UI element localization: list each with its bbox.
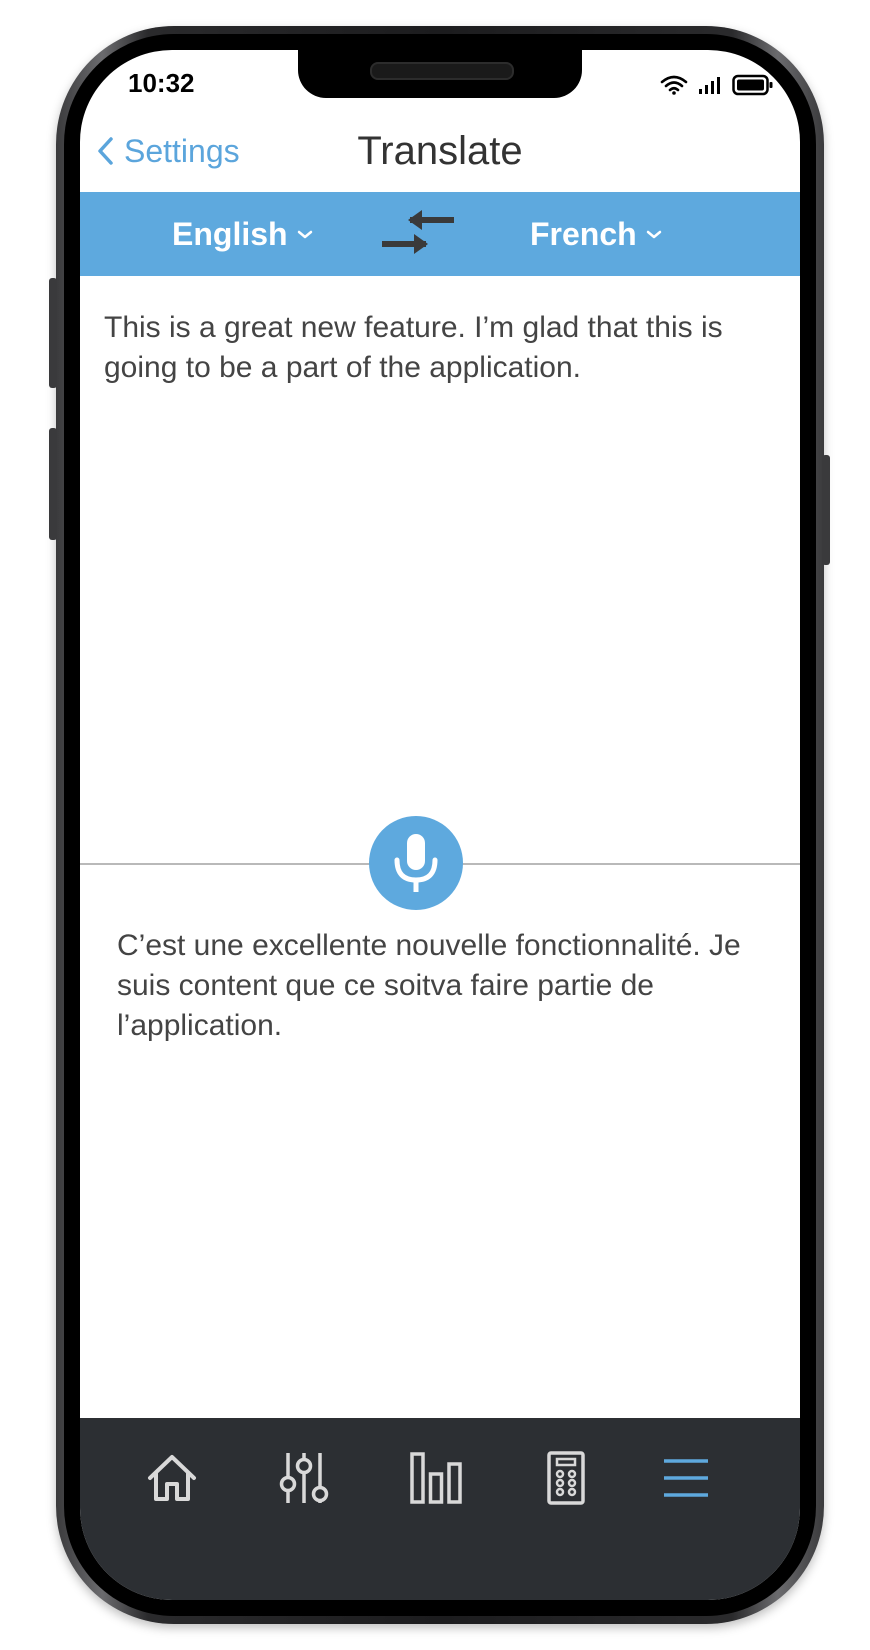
swap-arrows-icon[interactable] [378, 206, 458, 262]
home-icon [148, 1455, 196, 1501]
language-bar: English French [80, 192, 800, 276]
target-language-selector[interactable]: French [530, 192, 663, 276]
tab-home[interactable] [142, 1448, 202, 1508]
bar-chart-icon [410, 1452, 462, 1504]
screen: 10:32 Settings Translate English French … [80, 50, 800, 1600]
page-title: Translate [357, 129, 523, 173]
sliders-icon [279, 1453, 329, 1503]
power-button [822, 455, 830, 565]
remote-control-icon [547, 1451, 585, 1505]
source-language-label: English [172, 215, 288, 252]
notch [298, 50, 582, 98]
silent-switch [49, 278, 57, 388]
status-time: 10:32 [128, 68, 195, 98]
source-language-selector[interactable]: English [172, 192, 314, 276]
wifi-icon [660, 75, 688, 95]
phone-mockup: 10:32 Settings Translate English French … [0, 0, 870, 1650]
chevron-down-icon [297, 230, 312, 239]
battery-icon [732, 74, 773, 96]
status-icons [660, 74, 774, 96]
menu-icon [664, 1459, 708, 1497]
chevron-down-icon [646, 230, 661, 239]
tab-menu[interactable] [656, 1448, 716, 1508]
tab-bar [80, 1418, 800, 1600]
speaker-grille [370, 62, 514, 80]
navigation-bar: Settings Translate [80, 110, 800, 192]
target-language-label: French [530, 215, 637, 252]
volume-button [49, 428, 57, 540]
tab-remote[interactable] [536, 1448, 596, 1508]
translated-text: C’est une excellente nouvelle fonctionna… [117, 929, 741, 1042]
signal-icon [699, 77, 720, 94]
microphone-icon [394, 834, 438, 892]
tab-stats[interactable] [406, 1448, 466, 1508]
microphone-button[interactable] [369, 816, 463, 910]
tab-adjust[interactable] [274, 1448, 334, 1508]
source-text[interactable]: This is a great new feature. I’m glad th… [104, 308, 774, 388]
